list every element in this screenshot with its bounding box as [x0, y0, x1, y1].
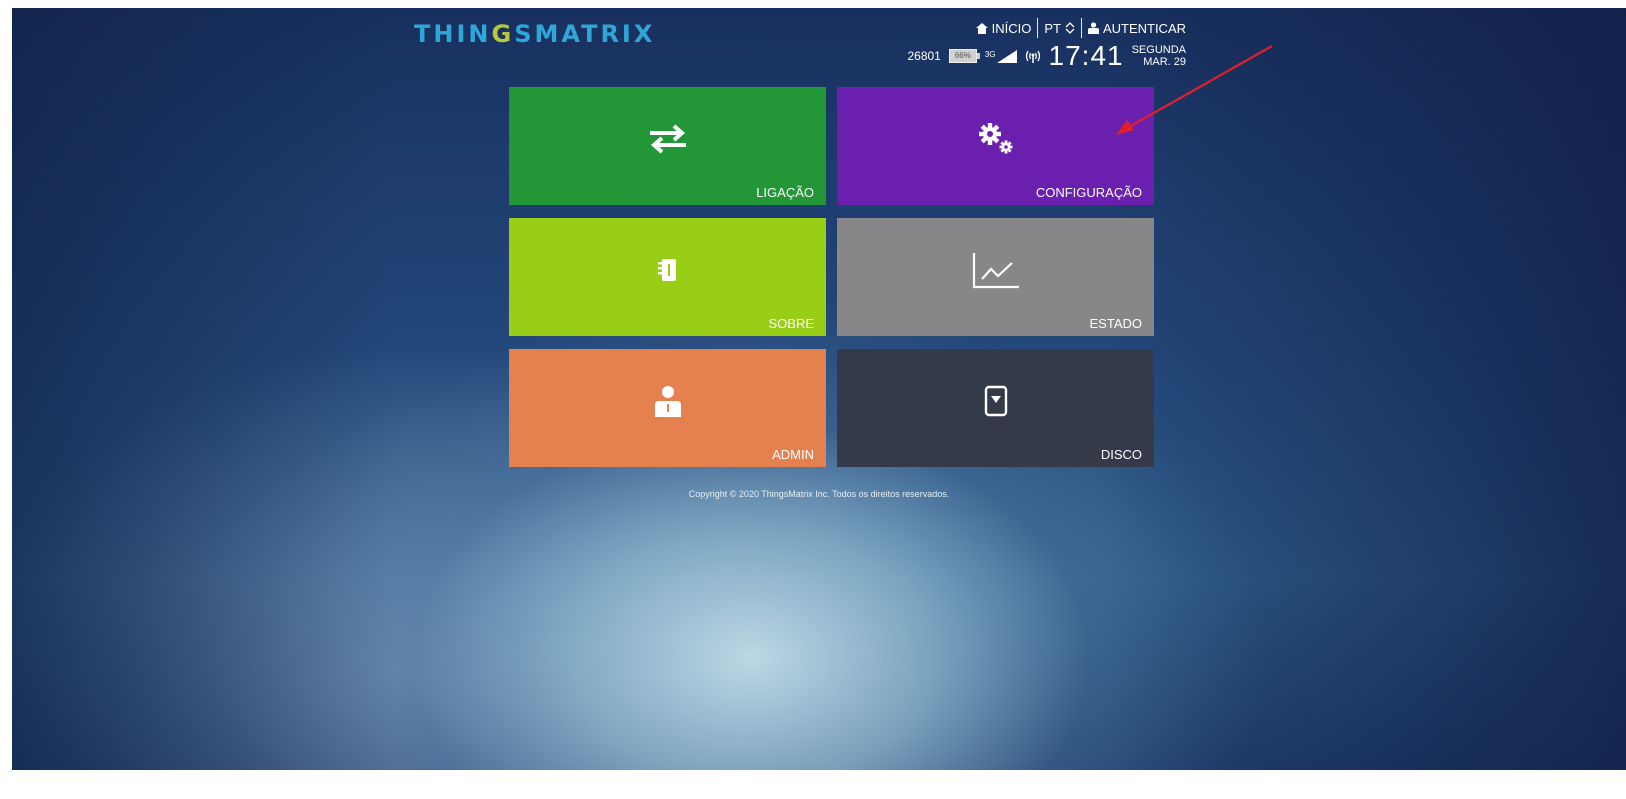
annotation-arrow	[1116, 45, 1273, 135]
app-screen: THINGSMATRIX INÍCIO PT AUTENTICAR 26801 …	[12, 8, 1626, 770]
